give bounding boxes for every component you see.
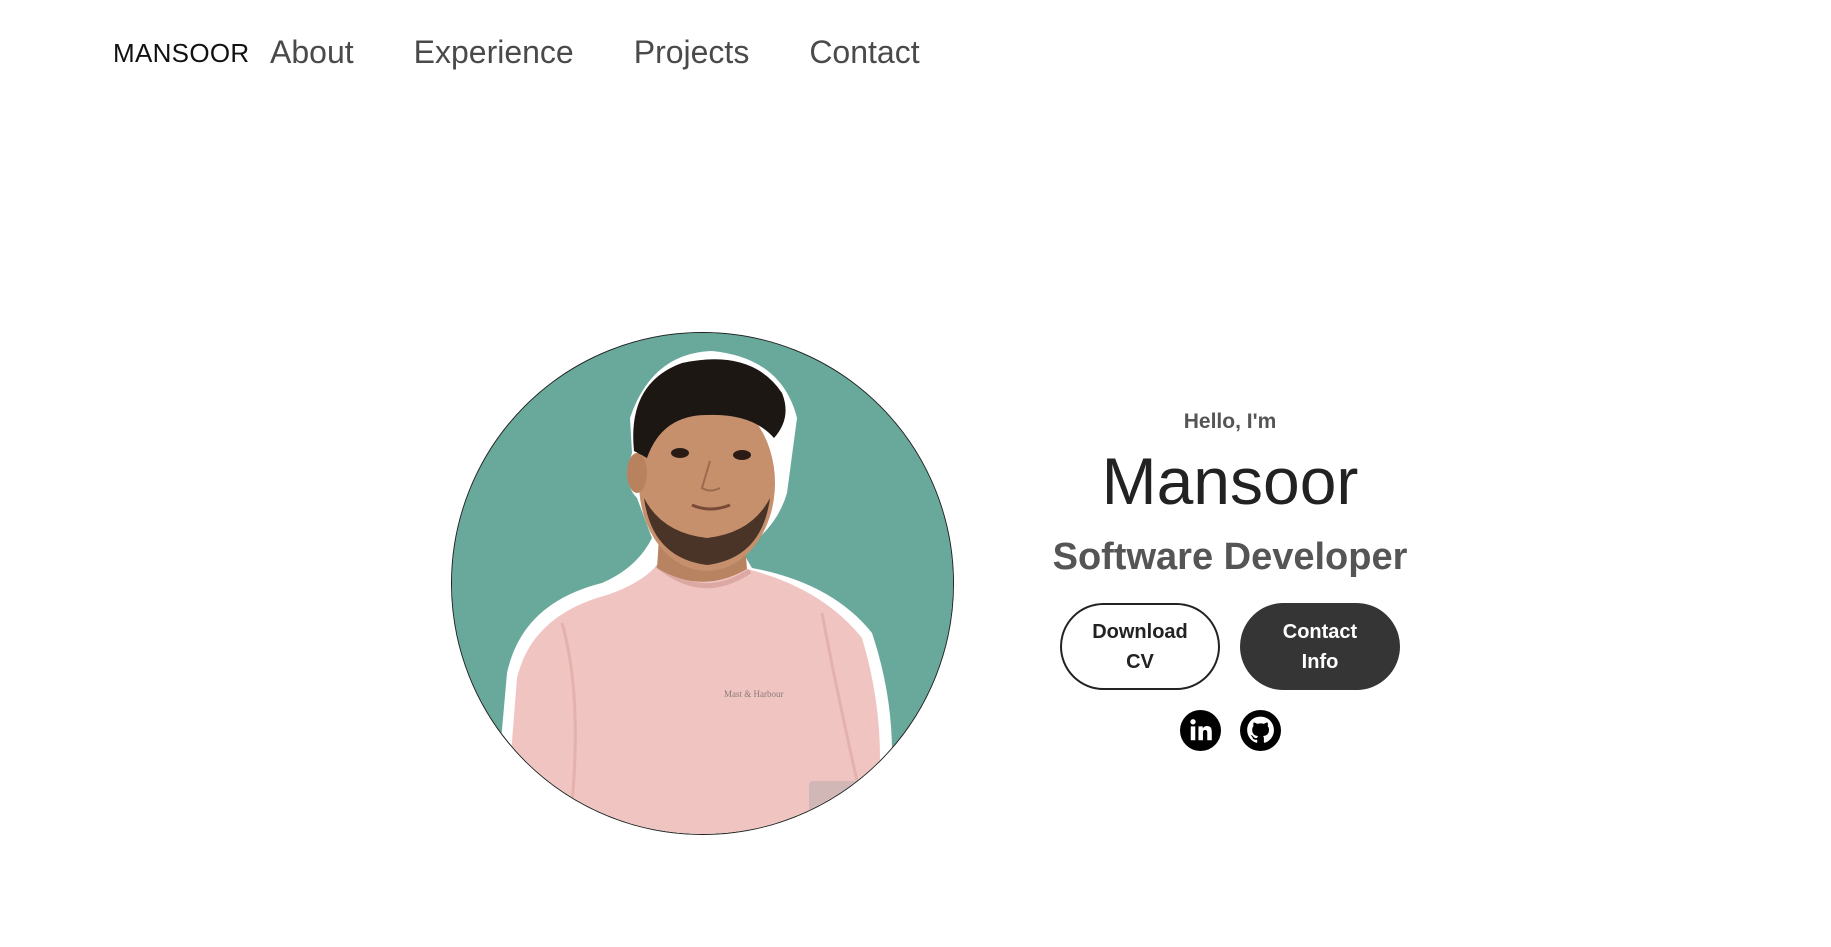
social-links <box>1030 710 1430 751</box>
hero-name: Mansoor <box>1101 444 1359 518</box>
nav-link-about[interactable]: About <box>270 34 354 71</box>
top-navigation: MANSOOR About Experience Projects Contac… <box>0 0 1831 110</box>
nav-link-experience[interactable]: Experience <box>414 34 574 71</box>
site-logo[interactable]: MANSOOR <box>113 38 249 69</box>
greeting-text: Hello, I'm <box>1183 410 1277 433</box>
contact-info-button[interactable]: Contact Info <box>1240 603 1400 690</box>
nav-link-contact[interactable]: Contact <box>809 34 919 71</box>
hero-title: Software Developer <box>1052 536 1408 578</box>
shirt-print-text: Mast & Harbour <box>724 689 784 699</box>
linkedin-icon[interactable] <box>1179 710 1221 751</box>
download-cv-label: Download CV <box>1092 620 1188 673</box>
download-cv-button[interactable]: Download CV <box>1060 603 1220 690</box>
github-icon[interactable] <box>1239 710 1281 751</box>
hero-text-section: Hello, I'm Mansoor Software Developer Do… <box>1030 400 1430 751</box>
profile-picture: Mast & Harbour <box>451 332 954 835</box>
nav-link-projects[interactable]: Projects <box>634 34 750 71</box>
nav-links: About Experience Projects Contact <box>270 34 980 71</box>
contact-info-label: Contact Info <box>1282 620 1358 673</box>
hero-button-row: Download CV Contact Info <box>1030 603 1430 690</box>
profile-photo-illustration: Mast & Harbour <box>452 333 953 834</box>
